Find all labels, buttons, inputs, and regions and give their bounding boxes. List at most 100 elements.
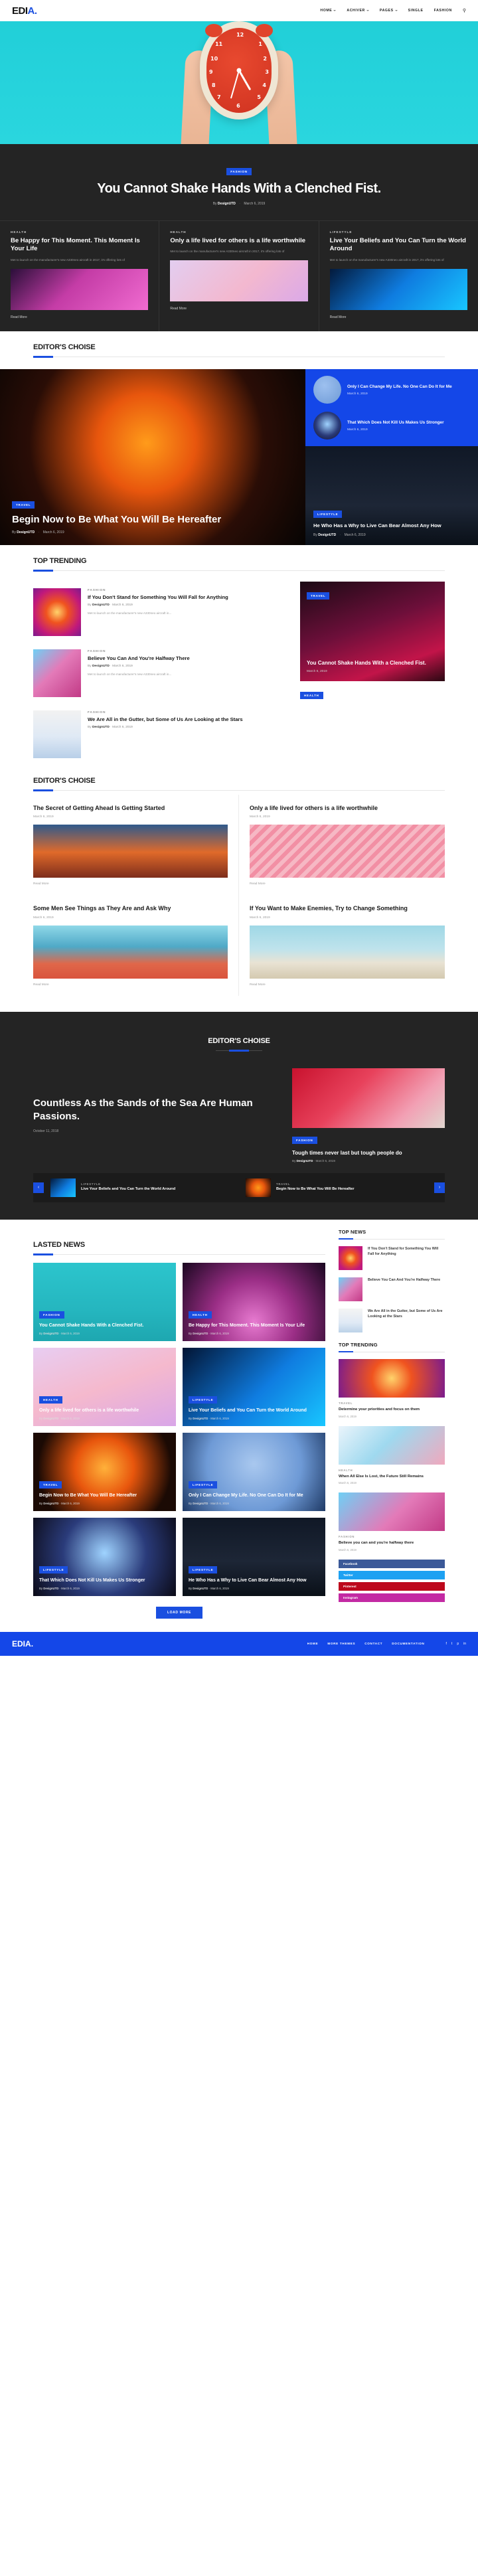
- item-title[interactable]: That Which Does Not Kill Us Makes Us Str…: [347, 420, 444, 426]
- card-title[interactable]: Determine your priorities and focus on t…: [339, 1407, 445, 1413]
- category-badge[interactable]: TRAVEL: [307, 592, 330, 600]
- card-title[interactable]: That Which Does Not Kill Us Makes Us Str…: [39, 1577, 170, 1583]
- linkedin-icon[interactable]: in: [463, 1642, 466, 1646]
- footer-link-documentation[interactable]: DOCUMENTATION: [392, 1642, 424, 1645]
- sidebar-item-top-news[interactable]: We Are All in the Gutter, but Some of Us…: [339, 1308, 445, 1332]
- editors-choice-side-card[interactable]: LIFESTYLE He Who Has a Why to Live Can B…: [305, 446, 478, 546]
- site-logo[interactable]: EDIA.: [12, 5, 37, 17]
- list-item[interactable]: Only I Can Change My Life. No One Can Do…: [313, 376, 470, 404]
- grid-card[interactable]: The Secret of Getting Ahead Is Getting S…: [33, 795, 239, 896]
- item-title[interactable]: We Are All in the Gutter, but Some of Us…: [88, 716, 243, 723]
- nav-item-single[interactable]: SINGLE: [408, 9, 424, 13]
- category-badge[interactable]: HEALTH: [300, 692, 323, 700]
- pinterest-icon[interactable]: p: [457, 1642, 459, 1646]
- byline-author[interactable]: DesignUTD: [92, 604, 110, 607]
- category-badge[interactable]: LIFESTYLE: [189, 1481, 218, 1489]
- card-category[interactable]: HEALTH: [170, 230, 307, 234]
- sidebar-item-top-news[interactable]: If You Don't Stand for Something You Wil…: [339, 1246, 445, 1270]
- card-category[interactable]: FASHION: [339, 1535, 445, 1538]
- read-more-link[interactable]: Read More: [250, 983, 445, 987]
- category-badge[interactable]: TRAVEL: [39, 1481, 62, 1489]
- social-row-pinterest[interactable]: Pinterest: [339, 1581, 445, 1591]
- card-title[interactable]: Only a life lived for others is a life w…: [39, 1408, 170, 1413]
- news-card[interactable]: LIFESTYLE That Which Does Not Kill Us Ma…: [33, 1517, 176, 1596]
- card-title[interactable]: Only I Can Change My Life. No One Can Do…: [189, 1492, 319, 1498]
- category-badge[interactable]: FASHION: [39, 1311, 64, 1319]
- nav-item-fashion[interactable]: FASHION: [434, 9, 452, 13]
- footer-link-home[interactable]: HOME: [307, 1642, 319, 1645]
- byline-author[interactable]: DesignUTD: [193, 1417, 208, 1420]
- card-title[interactable]: Be Happy for This Moment. This Moment Is…: [189, 1323, 319, 1328]
- card-title[interactable]: Live Your Beliefs and You Can Turn the W…: [189, 1408, 319, 1413]
- feature-card[interactable]: HEALTH Only a life lived for others is a…: [159, 220, 319, 332]
- grid-card[interactable]: If You Want to Make Enemies, Try to Chan…: [239, 895, 445, 995]
- card-title[interactable]: Believe you can and you're halfway there: [339, 1540, 445, 1546]
- footer-link-more-themes[interactable]: MORE THEMES: [327, 1642, 355, 1645]
- news-card[interactable]: LIFESTYLE Only I Can Change My Life. No …: [183, 1432, 325, 1511]
- list-item[interactable]: FASHION Believe You Can And You're Halfw…: [33, 643, 288, 704]
- byline-author[interactable]: DesignUTD: [318, 533, 336, 537]
- read-more-link[interactable]: Read More: [330, 315, 467, 319]
- news-card[interactable]: LIFESTYLE He Who Has a Why to Live Can B…: [183, 1517, 325, 1596]
- carousel-item[interactable]: LIFESTYLE Live Your Beliefs and You Can …: [50, 1178, 232, 1197]
- item-title[interactable]: Begin Now to Be What You Will Be Hereaft…: [276, 1187, 355, 1192]
- byline-author[interactable]: DesignUTD: [193, 1502, 208, 1505]
- category-badge[interactable]: LIFESTYLE: [313, 511, 343, 519]
- item-title[interactable]: Only I Can Change My Life. No One Can Do…: [347, 384, 452, 390]
- carousel-item[interactable]: TRAVEL Begin Now to Be What You Will Be …: [246, 1178, 428, 1197]
- item-category[interactable]: FASHION: [88, 710, 243, 714]
- item-title[interactable]: Live Your Beliefs and You Can Turn the W…: [81, 1187, 175, 1192]
- category-badge[interactable]: HEALTH: [189, 1311, 212, 1319]
- item-title[interactable]: Believe You Can And You're Halfway There: [368, 1277, 440, 1301]
- grid-card[interactable]: Only a life lived for others is a life w…: [239, 795, 445, 895]
- news-card[interactable]: HEALTH Only a life lived for others is a…: [33, 1347, 176, 1426]
- byline-author[interactable]: DesignUTD: [43, 1587, 58, 1590]
- load-more-button[interactable]: LOAD MORE: [156, 1606, 202, 1619]
- news-card[interactable]: HEALTH Be Happy for This Moment. This Mo…: [183, 1262, 325, 1341]
- list-item[interactable]: That Which Does Not Kill Us Makes Us Str…: [313, 412, 470, 440]
- nav-item-achiver[interactable]: ACHIVER: [347, 9, 369, 13]
- card-title[interactable]: He Who Has a Why to Live Can Bear Almost…: [189, 1577, 319, 1583]
- card-category[interactable]: TRAVEL: [339, 1402, 445, 1405]
- footer-logo[interactable]: EDIA.: [12, 1639, 33, 1649]
- sidebar-item-top-news[interactable]: Believe You Can And You're Halfway There: [339, 1277, 445, 1301]
- feature-card[interactable]: TRAVEL You Cannot Shake Hands With a Cle…: [300, 582, 445, 682]
- byline-author[interactable]: DesignUTD: [43, 1332, 58, 1335]
- category-badge[interactable]: LIFESTYLE: [39, 1566, 68, 1574]
- byline-author[interactable]: DesignUTD: [297, 1159, 313, 1163]
- card-title[interactable]: You Cannot Shake Hands With a Clenched F…: [307, 660, 438, 667]
- item-category[interactable]: LIFESTYLE: [81, 1182, 175, 1186]
- news-card[interactable]: LIFESTYLE Live Your Beliefs and You Can …: [183, 1347, 325, 1426]
- category-badge[interactable]: TRAVEL: [12, 501, 35, 509]
- social-row-instagram[interactable]: Instagram: [339, 1593, 445, 1602]
- read-more-link[interactable]: Read More: [33, 882, 228, 886]
- list-item[interactable]: FASHION If You Don't Stand for Something…: [33, 582, 288, 643]
- carousel-next-button[interactable]: ›: [434, 1182, 445, 1193]
- card-title[interactable]: Be Happy for This Moment. This Moment Is…: [11, 237, 148, 254]
- sidebar-trending-card[interactable]: TRAVEL Determine your priorities and foc…: [339, 1358, 445, 1418]
- card-title[interactable]: If You Want to Make Enemies, Try to Chan…: [250, 904, 445, 912]
- sidebar-trending-card[interactable]: FASHION Believe you can and you're halfw…: [339, 1492, 445, 1552]
- card-category[interactable]: HEALTH: [11, 230, 148, 234]
- sidebar-trending-card[interactable]: HEALTH When All Else Is Lost, the Future…: [339, 1425, 445, 1485]
- editors-choice-main-card[interactable]: TRAVEL Begin Now to Be What You Will Be …: [0, 369, 305, 546]
- social-row-twitter[interactable]: Twitter: [339, 1570, 445, 1579]
- item-title[interactable]: If You Don't Stand for Something You Wil…: [368, 1246, 445, 1270]
- item-title[interactable]: We Are All in the Gutter, but Some of Us…: [368, 1309, 445, 1332]
- category-badge[interactable]: LIFESTYLE: [189, 1566, 218, 1574]
- category-badge[interactable]: HEALTH: [39, 1396, 62, 1404]
- dark-side-card[interactable]: FASHION Tough times never last but tough…: [292, 1068, 445, 1163]
- byline-author[interactable]: DesignUTD: [218, 202, 236, 206]
- card-title[interactable]: Tough times never last but tough people …: [292, 1150, 445, 1156]
- card-title[interactable]: Only a life lived for others is a life w…: [170, 237, 307, 246]
- card-title[interactable]: Some Men See Things as They Are and Ask …: [33, 904, 228, 912]
- twitter-icon[interactable]: t: [451, 1642, 452, 1646]
- grid-card[interactable]: Some Men See Things as They Are and Ask …: [33, 895, 239, 996]
- card-title[interactable]: The Secret of Getting Ahead Is Getting S…: [33, 804, 228, 812]
- news-card[interactable]: FASHION You Cannot Shake Hands With a Cl…: [33, 1262, 176, 1341]
- item-category[interactable]: FASHION: [88, 649, 190, 653]
- item-category[interactable]: FASHION: [88, 588, 228, 592]
- facebook-icon[interactable]: f: [446, 1642, 447, 1646]
- card-title[interactable]: Begin Now to Be What You Will Be Hereaft…: [12, 514, 279, 526]
- read-more-link[interactable]: Read More: [11, 315, 148, 319]
